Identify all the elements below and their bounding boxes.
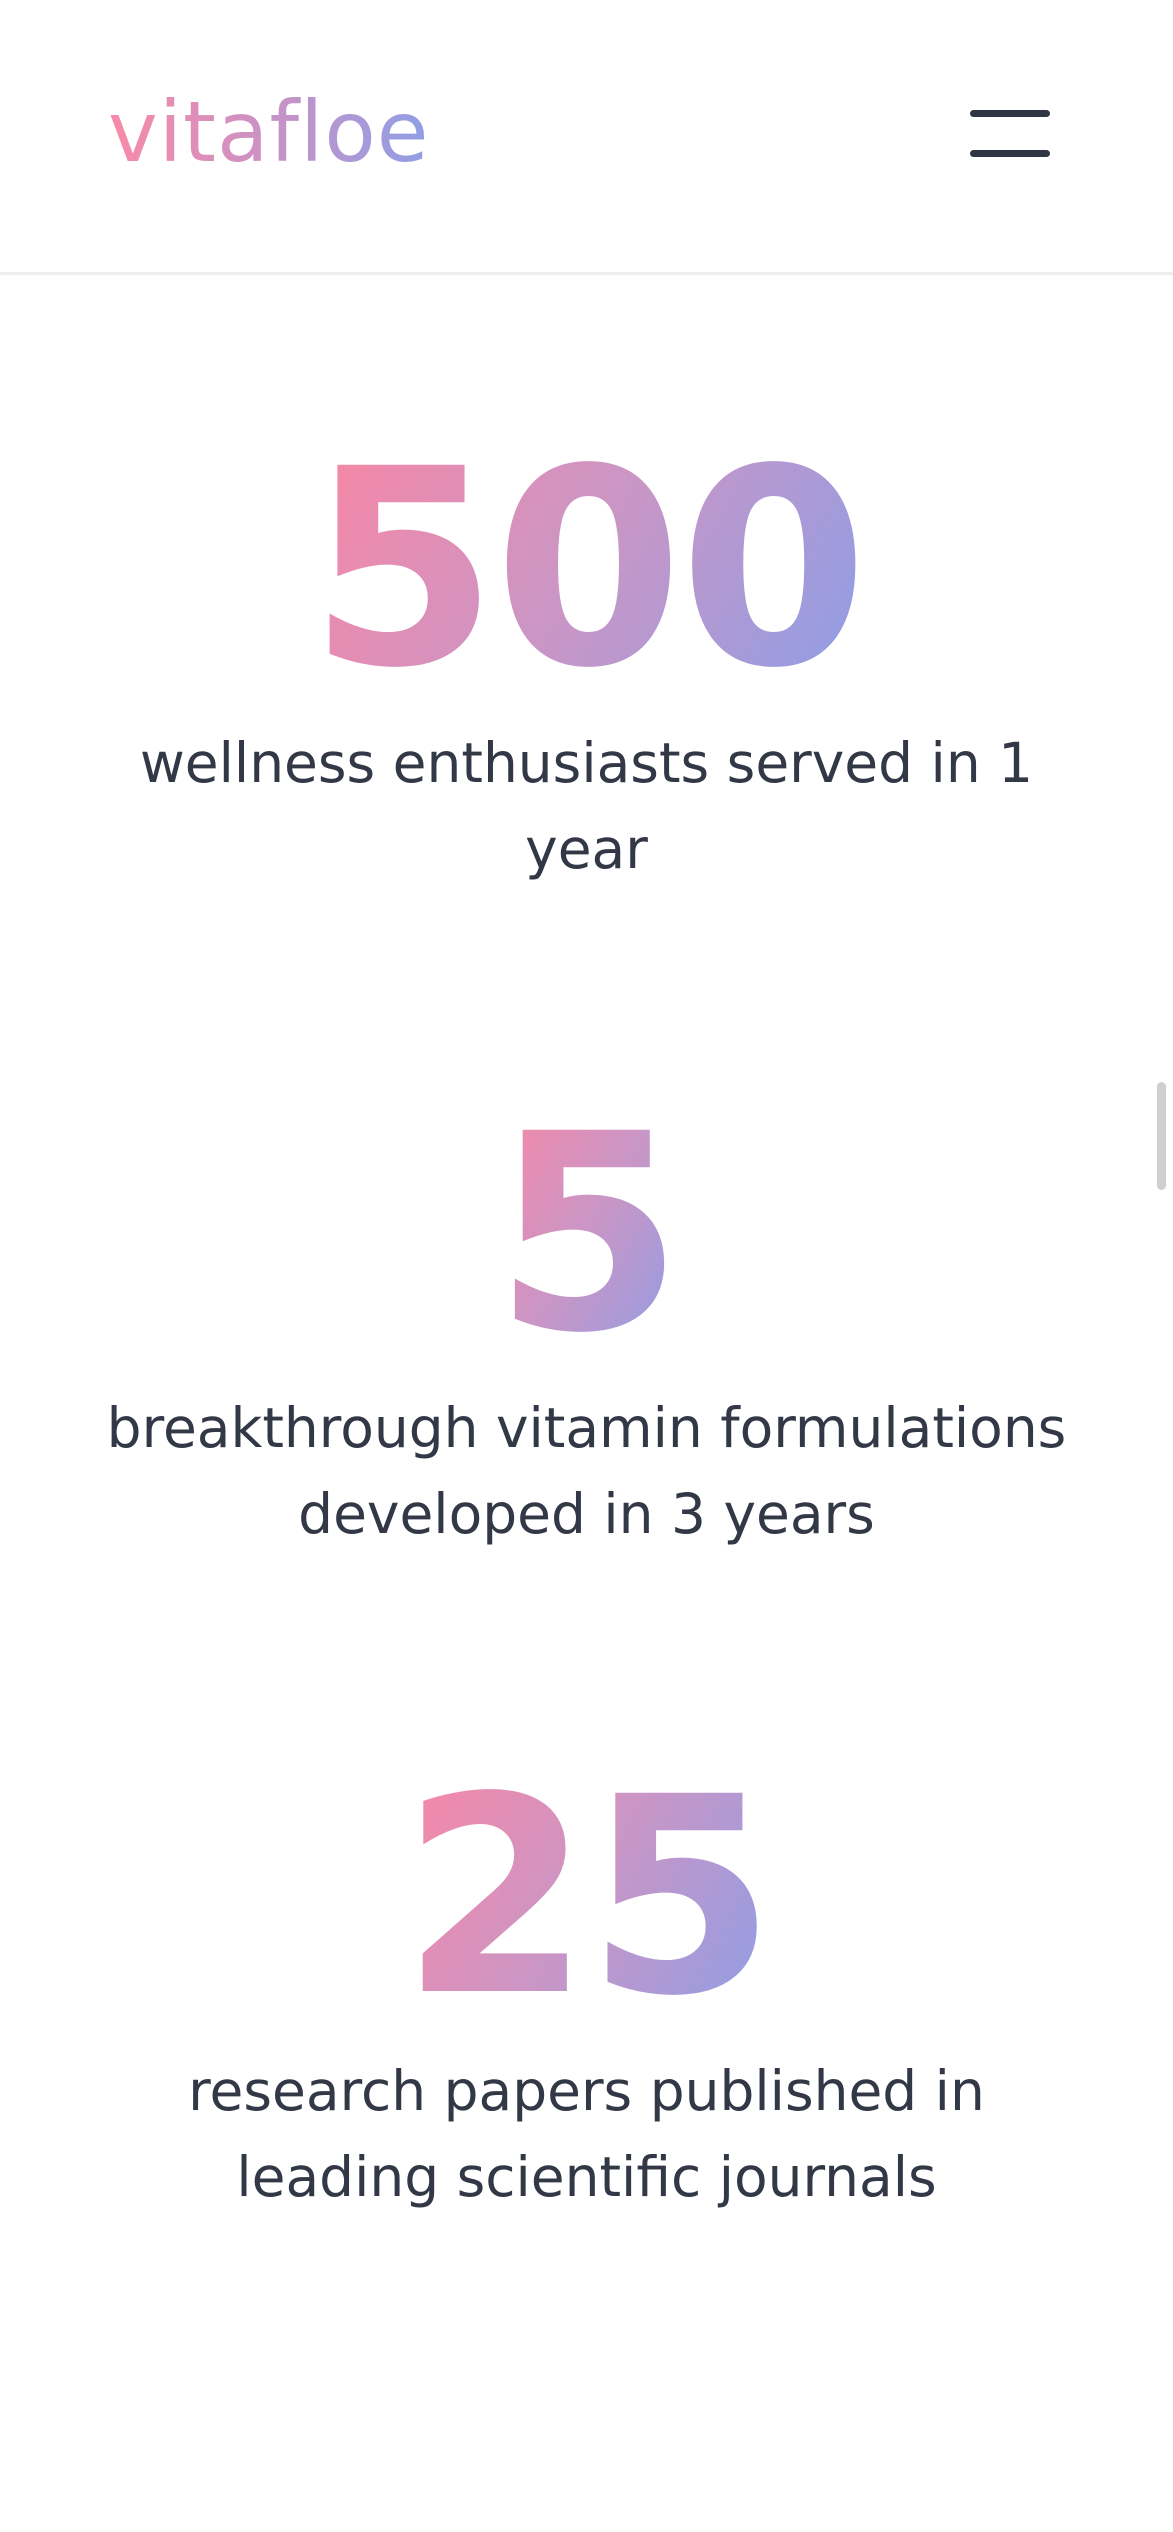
brand-logo[interactable]: vitafloe [108, 82, 429, 182]
stat-number-value: 500 [308, 412, 869, 728]
site-header: vitafloe [0, 0, 1173, 275]
menu-line-bottom [970, 150, 1050, 157]
menu-line-top [970, 110, 1050, 117]
scrollbar-thumb[interactable] [1157, 1082, 1166, 1190]
stat-block-formulations: 5 breakthrough vitamin formulations deve… [0, 1085, 1173, 1557]
stat-block-research: 25 research papers published in leading … [0, 1748, 1173, 2220]
stat-number-value: 25 [401, 1740, 776, 2056]
stat-number: 500 [0, 420, 1173, 720]
stat-number: 5 [0, 1085, 1173, 1385]
stat-description: research papers published in leading sci… [188, 2059, 985, 2209]
stat-block-customers: 500 wellness enthusiasts served in 1 yea… [0, 420, 1173, 892]
hamburger-menu-icon[interactable] [962, 100, 1050, 164]
stat-number: 25 [0, 1748, 1173, 2048]
stat-description: wellness enthusiasts served in 1 year [139, 731, 1034, 881]
stat-description: breakthrough vitamin formulations develo… [106, 1396, 1067, 1546]
stat-number-value: 5 [493, 1077, 683, 1393]
